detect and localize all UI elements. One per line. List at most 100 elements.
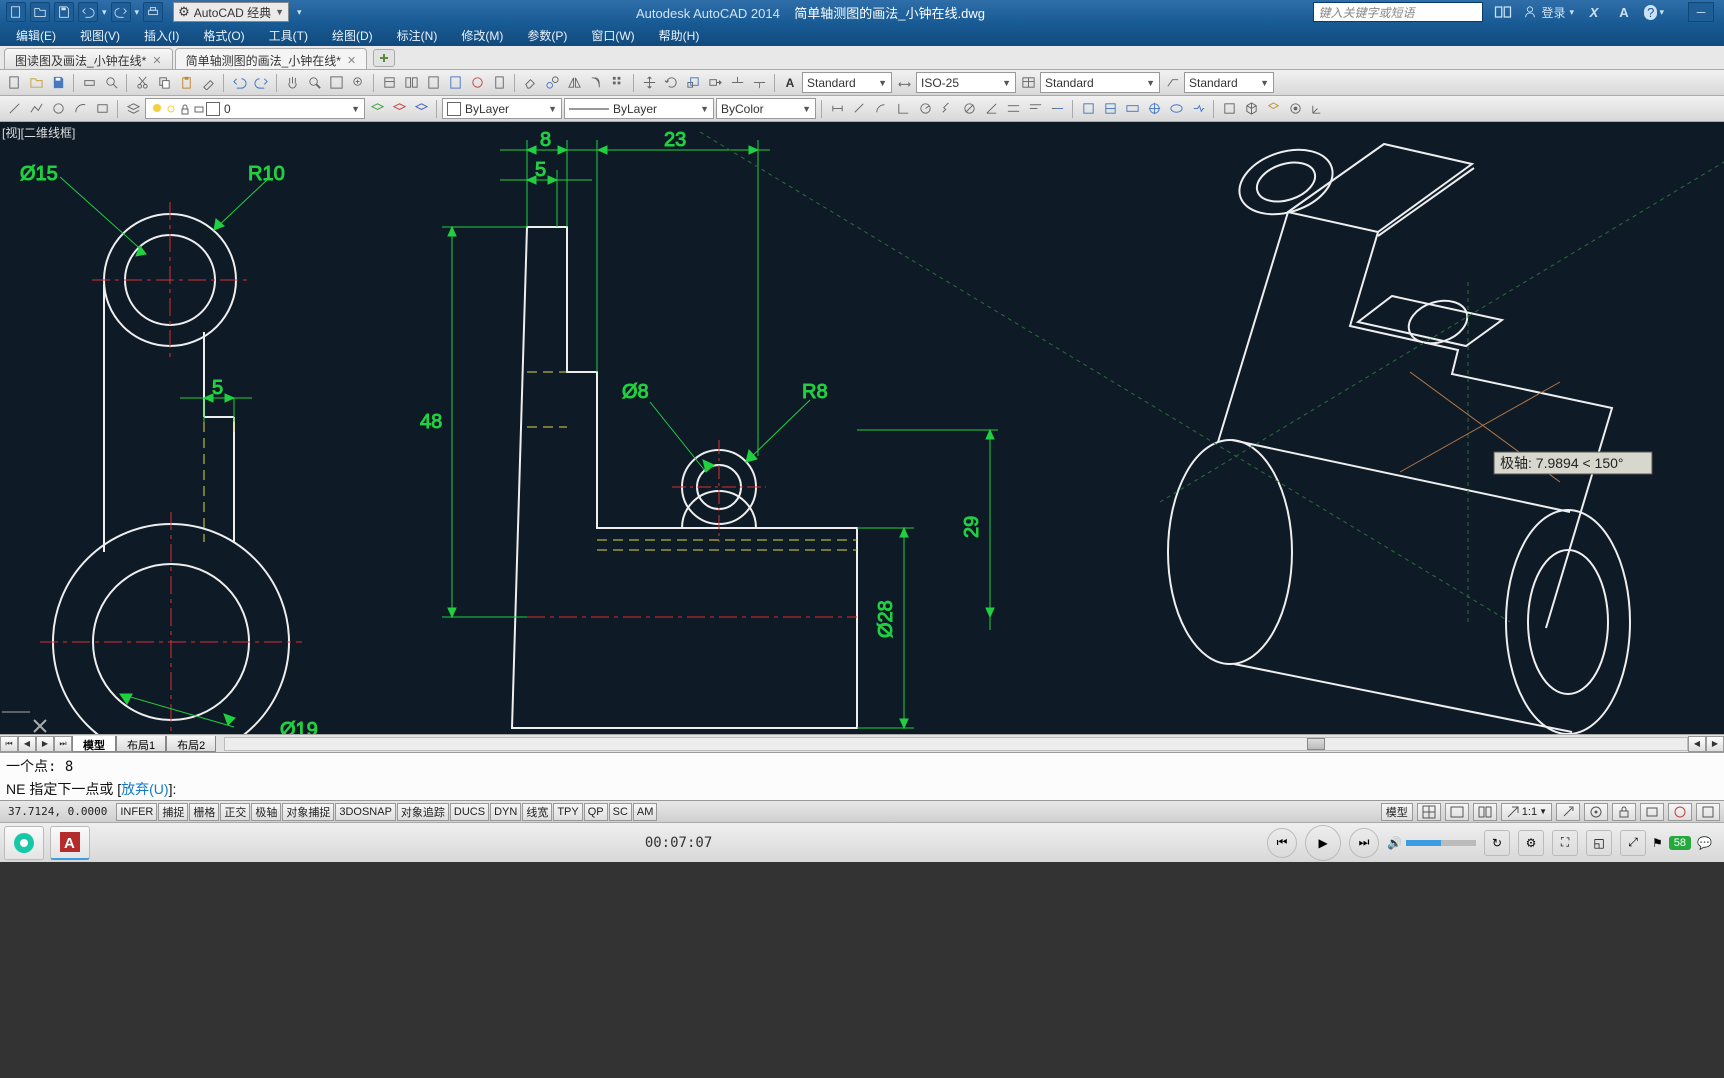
tool-open-icon[interactable]: [26, 73, 46, 93]
exchange-x-icon[interactable]: X: [1584, 3, 1604, 21]
taskbar-app-recorder[interactable]: [4, 826, 44, 860]
text-style-dropdown[interactable]: Standard▼: [802, 72, 892, 93]
sb-scale-dropdown[interactable]: 1:1 ▼: [1501, 803, 1552, 821]
horizontal-scrollbar[interactable]: [224, 737, 1688, 751]
sb-anno-icon[interactable]: [1556, 803, 1580, 821]
tool-copy2-icon[interactable]: [542, 73, 562, 93]
dim-style-icon[interactable]: [894, 73, 914, 93]
table-style-icon[interactable]: [1018, 73, 1038, 93]
toggle-ortho[interactable]: 正交: [220, 803, 250, 821]
dim-ord-icon[interactable]: [893, 99, 913, 119]
tool-line-icon[interactable]: [4, 99, 24, 119]
sb-model-button[interactable]: 模型: [1381, 803, 1413, 821]
tool-save-icon[interactable]: [48, 73, 68, 93]
tool-match-icon[interactable]: [198, 73, 218, 93]
menu-format[interactable]: 格式(O): [193, 25, 254, 46]
media-play-button[interactable]: ▶: [1305, 825, 1341, 861]
workspace-dropdown[interactable]: ⚙ AutoCAD 经典 ▼: [173, 2, 289, 22]
media-loop-button[interactable]: ↻: [1484, 830, 1510, 856]
exchange-a-icon[interactable]: A: [1614, 3, 1634, 21]
print-icon[interactable]: [143, 2, 163, 22]
layout-next-icon[interactable]: ▶: [36, 736, 54, 752]
dim-arc-icon[interactable]: [871, 99, 891, 119]
dim-tol-icon[interactable]: [1122, 99, 1142, 119]
volume-control[interactable]: 🔊: [1387, 836, 1476, 850]
drawing-viewport[interactable]: [视][二维线框] Ø15: [0, 122, 1724, 734]
menu-param[interactable]: 参数(P): [517, 25, 577, 46]
layer-prev-icon[interactable]: [367, 99, 387, 119]
tool-scale-icon[interactable]: [683, 73, 703, 93]
dim-radius-icon[interactable]: [915, 99, 935, 119]
text-style-icon[interactable]: A: [780, 73, 800, 93]
view-2d-icon[interactable]: [1219, 99, 1239, 119]
sign-in-button[interactable]: 登录 ▾: [1523, 4, 1574, 21]
help-icon[interactable]: ? ▾: [1644, 3, 1664, 21]
save-icon[interactable]: [54, 2, 74, 22]
open-icon[interactable]: [30, 2, 50, 22]
dim-aligned-icon[interactable]: [849, 99, 869, 119]
tool-array-icon[interactable]: [608, 73, 628, 93]
layout-tab-2[interactable]: 布局2: [166, 736, 216, 752]
dim-insp-icon[interactable]: [1166, 99, 1186, 119]
tool-print-icon[interactable]: [79, 73, 99, 93]
viewport-label[interactable]: [视][二维线框]: [2, 124, 75, 141]
linetype-dropdown[interactable]: ByLayer▼: [564, 98, 714, 119]
layer-iso-icon[interactable]: [411, 99, 431, 119]
layout-first-icon[interactable]: ⏮: [0, 736, 18, 752]
dim-jogline-icon[interactable]: [1188, 99, 1208, 119]
scroll-right-icon[interactable]: ▶: [1706, 736, 1724, 752]
doc-tab-2[interactable]: 简单轴测图的画法_小钟在线* ✕: [175, 48, 368, 69]
scroll-left-icon[interactable]: ◀: [1688, 736, 1706, 752]
infocenter-icon[interactable]: [1493, 3, 1513, 21]
tool-extend-icon[interactable]: [749, 73, 769, 93]
dim-center-icon[interactable]: [1144, 99, 1164, 119]
toggle-otrack[interactable]: 对象追踪: [397, 803, 449, 821]
dim-cont-icon[interactable]: [1047, 99, 1067, 119]
menu-tools[interactable]: 工具(T): [259, 25, 318, 46]
toggle-infer[interactable]: INFER: [116, 803, 157, 821]
tray-flag-icon[interactable]: ⚑: [1652, 836, 1663, 850]
search-input[interactable]: 键入关键字或短语: [1313, 2, 1483, 22]
undo-icon[interactable]: [78, 2, 98, 22]
tool-sheet-icon[interactable]: [445, 73, 465, 93]
lineweight-dropdown[interactable]: ByColor▼: [716, 98, 816, 119]
tool-undo-icon[interactable]: [229, 73, 249, 93]
dim-dia-icon[interactable]: [959, 99, 979, 119]
layout-last-icon[interactable]: ⏭: [54, 736, 72, 752]
layout-tab-1[interactable]: 布局1: [116, 736, 166, 752]
mleader-style-icon[interactable]: [1162, 73, 1182, 93]
dim-linear-icon[interactable]: [827, 99, 847, 119]
tool-toolpalettes-icon[interactable]: [423, 73, 443, 93]
tray-badge[interactable]: 58: [1669, 836, 1691, 850]
view-vpoint-icon[interactable]: [1285, 99, 1305, 119]
sb-isolate-icon[interactable]: [1668, 803, 1692, 821]
toggle-tpy[interactable]: TPY: [553, 803, 582, 821]
command-prompt[interactable]: NE 指定下一点或 [ 放弃(U) ]:: [0, 777, 800, 801]
taskbar-app-autocad[interactable]: A: [50, 826, 90, 860]
close-icon[interactable]: ✕: [152, 54, 161, 67]
minimize-button[interactable]: ─: [1688, 2, 1714, 22]
toggle-snap[interactable]: 捕捉: [158, 803, 188, 821]
dim-quick-icon[interactable]: [1003, 99, 1023, 119]
tray-bubble-icon[interactable]: 💬: [1697, 836, 1712, 850]
layer-dropdown[interactable]: 0 ▼: [145, 98, 365, 119]
view-3d-icon[interactable]: [1241, 99, 1261, 119]
sb-layout-icon[interactable]: [1445, 803, 1469, 821]
layout-tab-model[interactable]: 模型: [72, 736, 116, 752]
media-prev-button[interactable]: ⏮: [1267, 828, 1297, 858]
tool-pan-icon[interactable]: [282, 73, 302, 93]
menu-window[interactable]: 窗口(W): [581, 25, 644, 46]
menu-edit[interactable]: 编辑(E): [6, 25, 66, 46]
table-style-dropdown[interactable]: Standard▼: [1040, 72, 1160, 93]
sb-clean-icon[interactable]: [1696, 803, 1720, 821]
tool-rotate-icon[interactable]: [661, 73, 681, 93]
toggle-osnap[interactable]: 对象捕捉: [282, 803, 334, 821]
tool-zoomprev-icon[interactable]: [348, 73, 368, 93]
dim-jog-icon[interactable]: [937, 99, 957, 119]
new-icon[interactable]: [6, 2, 26, 22]
tool-redo-icon[interactable]: [251, 73, 271, 93]
command-window[interactable]: 一个点: 8 NE 指定下一点或 [ 放弃(U) ]:: [0, 752, 1724, 800]
tool-calc-icon[interactable]: [489, 73, 509, 93]
sb-lock-icon[interactable]: [1612, 803, 1636, 821]
mleader-style-dropdown[interactable]: Standard▼: [1184, 72, 1274, 93]
